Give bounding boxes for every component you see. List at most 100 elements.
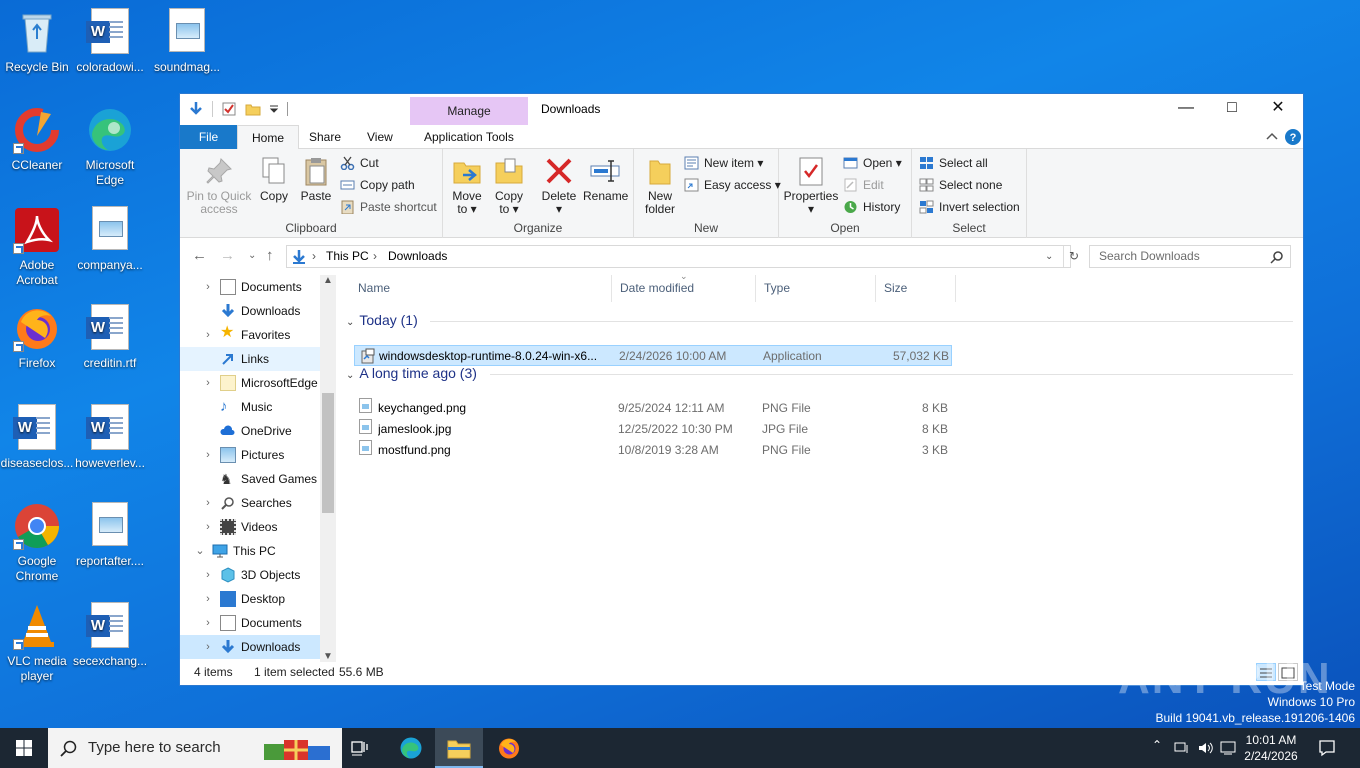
- tab-file[interactable]: File: [180, 125, 237, 149]
- file-row[interactable]: jameslook.jpg 12/25/2022 10:30 PM JPG Fi…: [354, 419, 952, 440]
- nav-item-links[interactable]: Links: [180, 347, 320, 371]
- tab-share[interactable]: Share: [295, 125, 355, 149]
- file-row[interactable]: keychanged.png 9/25/2024 12:11 AM PNG Fi…: [354, 398, 952, 419]
- nav-item-videos[interactable]: › Videos: [180, 515, 320, 539]
- forward-button[interactable]: →: [220, 247, 235, 264]
- desktop-icon-vlc[interactable]: VLC media player: [0, 602, 74, 684]
- desktop-icon-firefox[interactable]: Firefox: [0, 304, 74, 371]
- desktop-icon-soundmag[interactable]: soundmag...: [150, 8, 224, 75]
- start-button[interactable]: [0, 728, 48, 768]
- address-box[interactable]: › This PC › Downloads ⌄ ↻: [286, 245, 1079, 268]
- desktop-icon-ccleaner[interactable]: CCleaner: [0, 106, 74, 173]
- nav-item-3d-objects[interactable]: › 3D Objects: [180, 563, 320, 587]
- column-header-type[interactable]: Type: [756, 275, 876, 302]
- taskbar-edge[interactable]: [387, 728, 435, 768]
- taskbar-search-input[interactable]: Type here to search: [48, 728, 342, 768]
- language-icon[interactable]: [1220, 740, 1236, 756]
- column-header-name[interactable]: Name: [350, 275, 612, 302]
- paste-shortcut-button[interactable]: Paste shortcut: [340, 197, 437, 217]
- task-view-button[interactable]: [336, 728, 384, 768]
- group-header-today[interactable]: ⌄ Today (1): [346, 312, 418, 328]
- easy-access-button[interactable]: Easy access ▾: [684, 175, 781, 195]
- address-dropdown-icon[interactable]: ⌄: [1045, 246, 1053, 267]
- maximize-button[interactable]: □: [1209, 94, 1255, 124]
- select-all-button[interactable]: Select all: [919, 153, 988, 173]
- nav-item-favorites[interactable]: › ★ Favorites: [180, 323, 320, 347]
- chevron-down-icon[interactable]: ⌄: [194, 539, 206, 563]
- column-header-size[interactable]: Size: [876, 275, 956, 302]
- chevron-right-icon[interactable]: ›: [202, 563, 214, 587]
- nav-item-this-pc-documents[interactable]: › Documents: [180, 611, 320, 635]
- close-button[interactable]: ✕: [1255, 94, 1301, 124]
- collapse-ribbon-icon[interactable]: [1266, 132, 1278, 142]
- nav-item-this-pc[interactable]: ⌄ This PC: [180, 539, 320, 563]
- breadcrumb-downloads[interactable]: Downloads: [388, 246, 447, 267]
- file-row[interactable]: mostfund.png 10/8/2019 3:28 AM PNG File …: [354, 440, 952, 461]
- open-button[interactable]: Open ▾: [843, 153, 902, 173]
- desktop-icon-edge[interactable]: Microsoft Edge: [73, 106, 147, 188]
- delete-button[interactable]: Delete ▾: [539, 155, 579, 216]
- select-none-button[interactable]: Select none: [919, 175, 1002, 195]
- edit-button[interactable]: Edit: [843, 175, 884, 195]
- desktop-icon-chrome[interactable]: Google Chrome: [0, 502, 74, 584]
- customize-dropdown-icon[interactable]: [269, 101, 279, 117]
- copy-path-button[interactable]: Copy path: [340, 175, 415, 195]
- scroll-thumb[interactable]: [322, 393, 334, 513]
- desktop-icon-secexchang[interactable]: secexchang...: [73, 602, 147, 669]
- nav-item-this-pc-downloads[interactable]: › Downloads: [180, 635, 320, 659]
- nav-item-desktop[interactable]: › Desktop: [180, 587, 320, 611]
- nav-item-music[interactable]: ♪ Music: [180, 395, 320, 419]
- tab-application-tools[interactable]: Application Tools: [410, 125, 528, 149]
- nav-item-documents[interactable]: › Documents: [180, 275, 320, 299]
- chevron-right-icon[interactable]: ›: [202, 611, 214, 635]
- history-button[interactable]: History: [843, 197, 900, 217]
- search-input[interactable]: Search Downloads: [1089, 245, 1291, 268]
- chevron-right-icon[interactable]: ›: [202, 515, 214, 539]
- taskbar-firefox[interactable]: [485, 728, 533, 768]
- desktop-icon-reportafter[interactable]: reportafter....: [73, 502, 147, 569]
- minimize-button[interactable]: —: [1163, 94, 1209, 124]
- move-to-button[interactable]: Move to ▾: [449, 155, 485, 216]
- cut-button[interactable]: Cut: [340, 153, 379, 173]
- clock[interactable]: 10:01 AM 2/24/2026: [1236, 732, 1306, 764]
- invert-selection-button[interactable]: Invert selection: [919, 197, 1020, 217]
- chevron-right-icon[interactable]: ›: [202, 491, 214, 515]
- desktop-icon-howeverlev[interactable]: howeverlev...: [73, 404, 147, 471]
- breadcrumb-this-pc[interactable]: This PC: [326, 246, 369, 267]
- tab-view[interactable]: View: [353, 125, 407, 149]
- chevron-right-icon[interactable]: ›: [202, 587, 214, 611]
- nav-item-onedrive[interactable]: OneDrive: [180, 419, 320, 443]
- chevron-right-icon[interactable]: ›: [202, 275, 214, 299]
- desktop-icon-creditin[interactable]: creditin.rtf: [73, 304, 147, 371]
- nav-item-saved-games[interactable]: ♞ Saved Games: [180, 467, 320, 491]
- chevron-up-icon[interactable]: ⌃: [1152, 738, 1162, 752]
- recent-locations-button[interactable]: ⌄: [248, 250, 256, 261]
- paste-button[interactable]: Paste: [298, 155, 334, 203]
- taskbar-file-explorer[interactable]: [435, 728, 483, 768]
- copy-to-button[interactable]: Copy to ▾: [491, 155, 527, 216]
- new-folder-icon[interactable]: [245, 101, 261, 117]
- volume-icon[interactable]: [1197, 740, 1213, 756]
- chevron-right-icon[interactable]: ›: [202, 371, 214, 395]
- rename-button[interactable]: Rename: [583, 155, 628, 203]
- desktop-icon-diseaseclos[interactable]: diseaseclos...: [0, 404, 74, 471]
- network-icon[interactable]: [1174, 740, 1190, 756]
- desktop-icon-acrobat[interactable]: Adobe Acrobat: [0, 206, 74, 288]
- down-arrow-icon[interactable]: [188, 101, 204, 117]
- new-folder-button[interactable]: New folder: [640, 155, 680, 216]
- scroll-up-icon[interactable]: ▲: [323, 275, 333, 286]
- properties-button[interactable]: Properties ▾: [783, 155, 839, 216]
- nav-item-searches[interactable]: › Searches: [180, 491, 320, 515]
- desktop-icon-coloradowi[interactable]: coloradowi...: [73, 8, 147, 75]
- up-button[interactable]: ↑: [266, 247, 274, 264]
- manage-tab[interactable]: Manage: [410, 97, 528, 125]
- pin-to-quick-access-button[interactable]: Pin to Quick access: [186, 155, 252, 216]
- back-button[interactable]: ←: [192, 247, 207, 264]
- copy-button[interactable]: Copy: [256, 155, 292, 203]
- tab-home[interactable]: Home: [237, 125, 300, 150]
- nav-pane-scrollbar[interactable]: ▲ ▼: [320, 275, 336, 662]
- refresh-icon[interactable]: ↻: [1069, 246, 1079, 267]
- nav-item-microsoftedge[interactable]: › MicrosoftEdge: [180, 371, 320, 395]
- chevron-right-icon[interactable]: ›: [202, 443, 214, 467]
- desktop-icon-companya[interactable]: companya...: [73, 206, 147, 273]
